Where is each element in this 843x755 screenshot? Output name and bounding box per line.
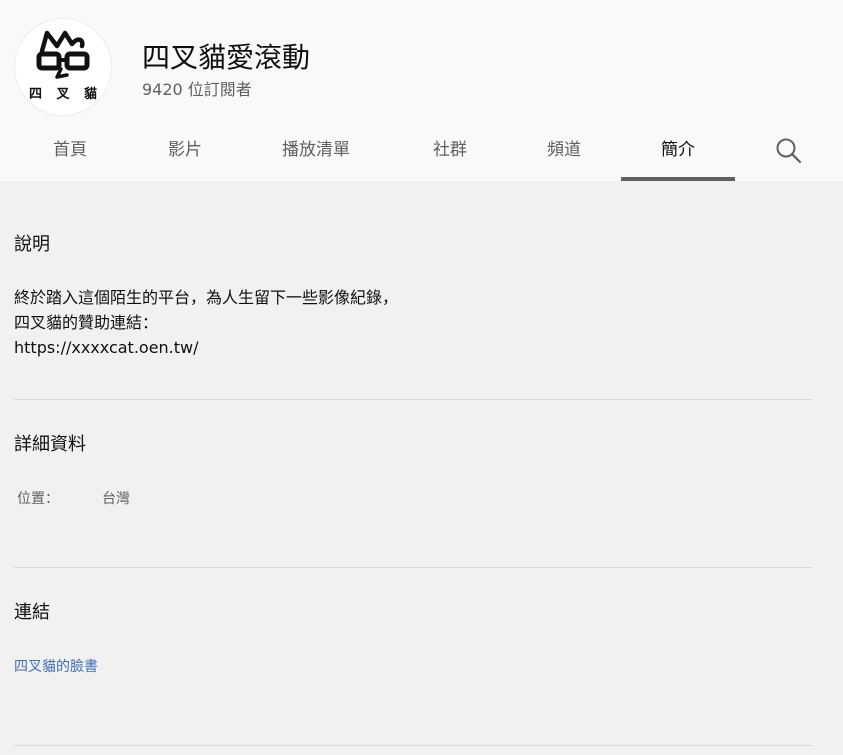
search-icon	[776, 138, 802, 164]
details-title: 詳細資料	[14, 434, 86, 455]
tab-videos[interactable]: 影片	[145, 122, 225, 181]
tab-playlists[interactable]: 播放清單	[266, 122, 366, 181]
tab-about[interactable]: 簡介	[621, 122, 735, 181]
tab-channels[interactable]: 頻道	[524, 122, 604, 181]
channel-avatar[interactable]: 四 叉 貓	[15, 19, 111, 115]
description-line: https://xxxxcat.oen.tw/	[14, 338, 199, 357]
channel-header: 四 叉 貓 四叉貓愛滾動 9420 位訂閱者 首頁 影片 播放清單 社群 頻道 …	[0, 0, 843, 181]
channel-name: 四叉貓愛滾動	[142, 41, 311, 74]
description-line: 四叉貓的贊助連結：	[14, 313, 159, 332]
channel-description: 終於踏入這個陌生的平台，為人生留下一些影像紀錄， 四叉貓的贊助連結： https…	[14, 285, 398, 360]
divider	[14, 567, 812, 568]
channel-tabs: 首頁 影片 播放清單 社群 頻道 簡介	[0, 122, 843, 181]
divider	[14, 745, 812, 746]
description-title: 說明	[14, 234, 50, 255]
description-line: 終於踏入這個陌生的平台，為人生留下一些影像紀錄，	[14, 288, 399, 307]
tab-community[interactable]: 社群	[410, 122, 490, 181]
links-title: 連結	[14, 602, 50, 623]
divider	[14, 399, 812, 400]
tab-home[interactable]: 首頁	[30, 122, 110, 181]
location-value: 台灣	[102, 491, 130, 507]
search-button[interactable]	[772, 134, 806, 168]
subscriber-count: 9420 位訂閱者	[142, 80, 252, 99]
avatar-logo-text: 四 叉 貓	[28, 87, 103, 102]
location-label: 位置：	[17, 491, 59, 507]
facebook-link[interactable]: 四叉貓的臉書	[14, 656, 98, 676]
